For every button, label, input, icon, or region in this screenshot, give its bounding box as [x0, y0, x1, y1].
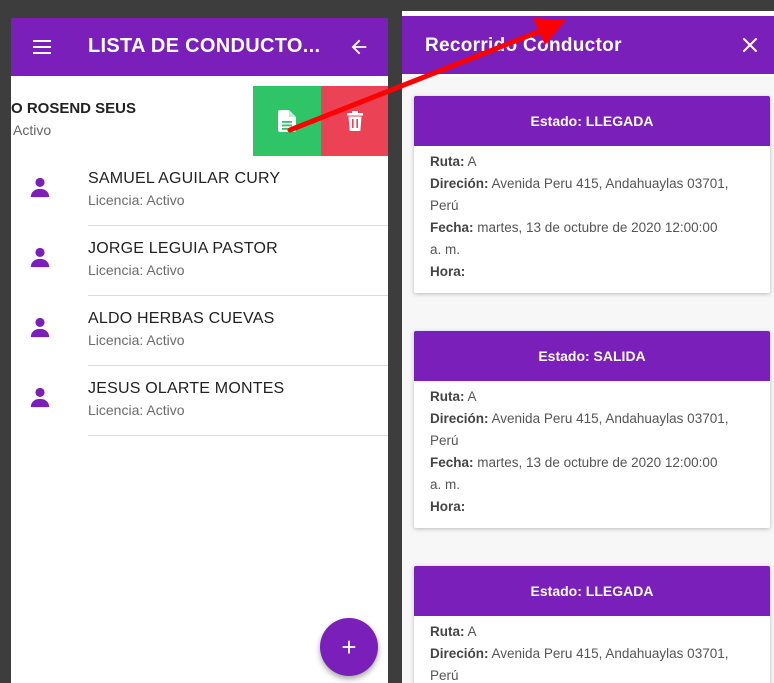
route-value: A: [467, 624, 477, 639]
menu-icon[interactable]: [33, 40, 51, 54]
driver-license: Licencia: Activo: [88, 332, 185, 348]
route-value: A: [467, 154, 477, 169]
route-card: Estado: LLEGADA Ruta: A Direción: Avenid…: [414, 566, 770, 683]
address-value: Avenida Peru 415, Andahuaylas 03701,: [491, 176, 729, 191]
driver-list-item[interactable]: SAMUEL AGUILAR CURY Licencia: Activo: [11, 156, 388, 226]
back-arrow-icon[interactable]: [348, 36, 370, 58]
app-toolbar: LISTA DE CONDUCTO...: [11, 18, 388, 76]
driver-name: SAMUEL AGUILAR CURY: [88, 170, 281, 187]
driver-list-item[interactable]: ALDO HERBAS CUEVAS Licencia: Activo: [11, 296, 388, 366]
route-line: Ruta: A: [430, 621, 754, 643]
time-line: Hora:: [430, 496, 754, 518]
date-value: martes, 13 de octubre de 2020 12:00:00: [477, 220, 718, 235]
driver-name: JESUS OLARTE MONTES: [88, 380, 285, 397]
address-label: Direción:: [430, 176, 489, 191]
driver-license: Licencia: Activo: [88, 262, 185, 278]
address-line: Direción: Avenida Peru 415, Andahuaylas …: [430, 643, 754, 665]
date-value: martes, 13 de octubre de 2020 12:00:00: [477, 455, 718, 470]
frame-border: [0, 0, 11, 683]
address-line: Direción: Avenida Peru 415, Andahuaylas …: [430, 173, 754, 195]
page-title: LISTA DE CONDUCTO...: [88, 35, 321, 57]
address-label: Direción:: [430, 646, 489, 661]
time-line: Hora:: [430, 261, 754, 283]
route-line: Ruta: A: [430, 151, 754, 173]
driver-name: O ROSEND SEUS: [11, 100, 137, 117]
date-line: Fecha: martes, 13 de octubre de 2020 12:…: [430, 452, 754, 474]
time-label: Hora:: [430, 264, 466, 279]
card-status: Estado: LLEGADA: [414, 96, 770, 146]
date-label: Fecha:: [430, 455, 474, 470]
person-icon: [30, 247, 50, 268]
address-value: Avenida Peru 415, Andahuaylas 03701,: [491, 646, 729, 661]
address-label: Direción:: [430, 411, 489, 426]
close-icon[interactable]: [738, 33, 762, 57]
delete-driver-button[interactable]: [321, 86, 388, 156]
modal-title: Recorrido Conductor: [425, 35, 622, 56]
driver-name: JORGE LEGUIA PASTOR: [88, 240, 278, 257]
route-card: Estado: SALIDA Ruta: A Direción: Avenida…: [414, 331, 770, 528]
address-line: Direción: Avenida Peru 415, Andahuaylas …: [430, 408, 754, 430]
document-icon: [278, 110, 296, 132]
driver-list-item[interactable]: JESUS OLARTE MONTES Licencia: Activo: [11, 366, 388, 436]
driver-license: Licencia: Activo: [88, 192, 185, 208]
route-line: Ruta: A: [430, 386, 754, 408]
driver-list-screen: LISTA DE CONDUCTO... O ROSEND SEUS Activ…: [0, 0, 392, 683]
route-value: A: [467, 389, 477, 404]
date-label: Fecha:: [430, 220, 474, 235]
address-value-cont: Perú: [430, 668, 459, 683]
frame-border: [0, 0, 392, 18]
driver-name: ALDO HERBAS CUEVAS: [88, 310, 275, 327]
view-route-button[interactable]: [253, 86, 321, 156]
driver-status: Activo: [13, 122, 52, 138]
modal-toolbar: Recorrido Conductor: [402, 16, 774, 74]
person-icon: [30, 177, 50, 198]
date-value-cont: a. m.: [430, 477, 461, 492]
swiped-list-item[interactable]: O ROSEND SEUS Activo: [11, 86, 388, 156]
route-card: Estado: LLEGADA Ruta: A Direción: Avenid…: [414, 96, 770, 293]
date-line: Fecha: martes, 13 de octubre de 2020 12:…: [430, 217, 754, 239]
address-value: Avenida Peru 415, Andahuaylas 03701,: [491, 411, 729, 426]
route-label: Ruta:: [430, 154, 465, 169]
date-value-cont: a. m.: [430, 242, 461, 257]
route-label: Ruta:: [430, 389, 465, 404]
route-label: Ruta:: [430, 624, 465, 639]
add-driver-button[interactable]: +: [320, 618, 378, 676]
time-label: Hora:: [430, 499, 466, 514]
frame-border: [392, 0, 402, 683]
address-value-cont: Perú: [430, 433, 459, 448]
trash-icon: [346, 111, 363, 131]
route-detail-screen: Recorrido Conductor Estado: LLEGADA Ruta…: [392, 0, 774, 683]
frame-border: [392, 0, 774, 11]
person-icon: [30, 317, 50, 338]
card-status: Estado: LLEGADA: [414, 566, 770, 616]
address-value-cont: Perú: [430, 198, 459, 213]
divider: [88, 435, 388, 436]
add-icon: +: [341, 632, 357, 662]
card-status: Estado: SALIDA: [414, 331, 770, 381]
driver-list-item[interactable]: JORGE LEGUIA PASTOR Licencia: Activo: [11, 226, 388, 296]
person-icon: [30, 387, 50, 408]
driver-license: Licencia: Activo: [88, 402, 185, 418]
